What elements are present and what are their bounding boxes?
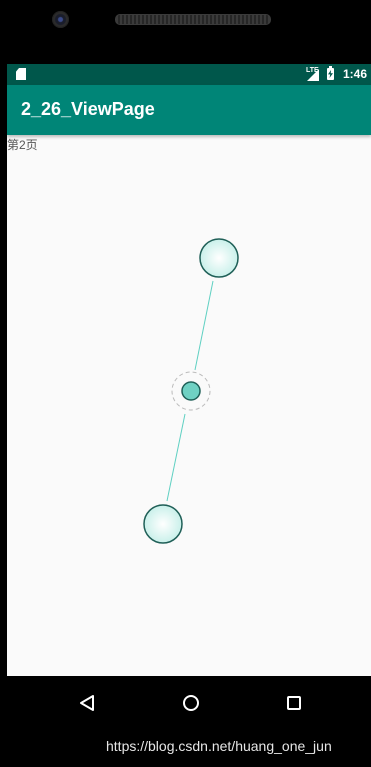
home-circle-icon[interactable] bbox=[176, 688, 206, 718]
back-triangle-icon[interactable] bbox=[72, 688, 102, 718]
recents-square-icon[interactable] bbox=[279, 688, 309, 718]
device-bezel-top bbox=[0, 0, 371, 64]
top-ball[interactable] bbox=[199, 238, 239, 278]
speaker-grille bbox=[115, 14, 271, 25]
watermark-url: https://blog.csdn.net/huang_one_jun bbox=[106, 738, 332, 754]
camera-icon bbox=[52, 11, 69, 28]
connector-line-top bbox=[194, 280, 214, 371]
bottom-ball[interactable] bbox=[143, 504, 183, 544]
connector-line-bottom bbox=[166, 413, 186, 502]
phone-screen: LTE 1:46 2_26_ViewPage 第2页 bbox=[7, 64, 371, 676]
center-handle[interactable] bbox=[181, 381, 201, 401]
custom-view-canvas[interactable] bbox=[7, 64, 371, 676]
